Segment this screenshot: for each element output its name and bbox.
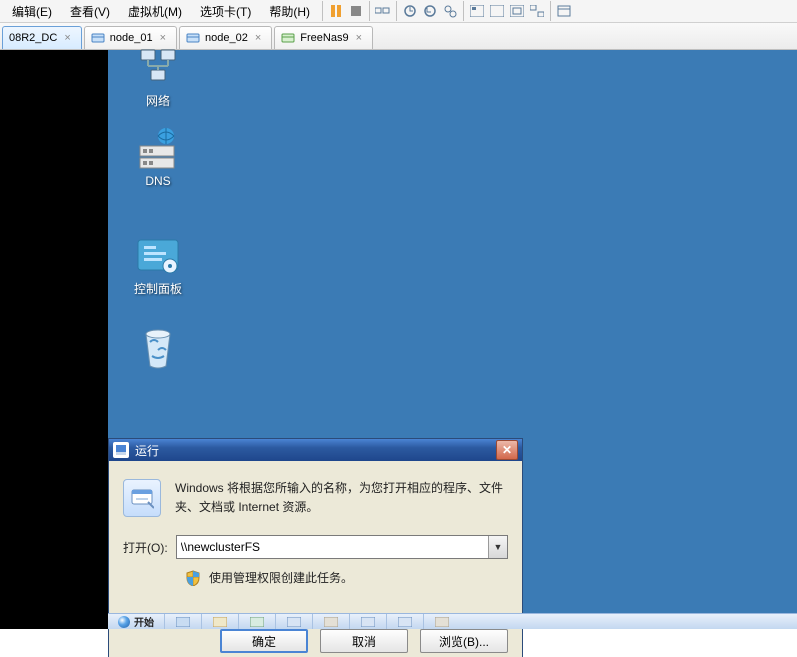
recycle-bin-icon	[134, 322, 182, 370]
control-panel-icon	[134, 228, 182, 276]
desktop-icon-dns[interactable]: DNS	[120, 122, 196, 188]
tab-08r2-dc[interactable]: 08R2_DC ×	[2, 26, 82, 49]
quicklaunch-item[interactable]	[164, 614, 201, 629]
pause-icon[interactable]	[327, 2, 345, 20]
taskbar-item[interactable]	[423, 614, 460, 629]
start-label: 开始	[134, 614, 154, 629]
menu-view[interactable]: 查看(V)	[62, 1, 118, 22]
thumbnail-icon[interactable]	[468, 2, 486, 20]
menu-edit[interactable]: 编辑(E)	[4, 1, 60, 22]
taskbar-item-run[interactable]	[275, 614, 312, 629]
single-icon[interactable]	[488, 2, 506, 20]
vm-workspace: 网络 DNS 控制面板 运行 ✕ Windows 将根据您所输入的	[0, 50, 797, 629]
vm-icon	[91, 32, 105, 44]
run-window-icon	[113, 442, 129, 458]
start-orb-icon	[118, 616, 130, 628]
close-icon[interactable]: ×	[62, 32, 72, 44]
guest-black-border	[0, 50, 108, 629]
run-app-icon	[123, 479, 161, 517]
ok-button[interactable]: 确定	[220, 629, 308, 653]
menu-vm[interactable]: 虚拟机(M)	[120, 1, 190, 22]
dns-icon	[134, 122, 182, 170]
unity-icon[interactable]	[528, 2, 546, 20]
separator	[369, 1, 370, 21]
close-icon[interactable]: ×	[253, 32, 263, 44]
separator	[550, 1, 551, 21]
snapshot-icon[interactable]	[401, 2, 419, 20]
desktop-icon-network[interactable]: 网络	[120, 40, 196, 109]
desktop-icon-control-panel[interactable]: 控制面板	[120, 228, 196, 297]
admin-text: 使用管理权限创建此任务。	[209, 569, 353, 586]
browse-button[interactable]: 浏览(B)...	[420, 629, 508, 653]
desktop-icon-recycle-bin[interactable]	[120, 322, 196, 374]
send-ctrl-alt-del-icon[interactable]	[374, 2, 392, 20]
quicklaunch-item[interactable]	[201, 614, 238, 629]
run-title: 运行	[135, 442, 159, 459]
vm-menubar: 编辑(E) 查看(V) 虚拟机(M) 选项卡(T) 帮助(H)	[0, 0, 797, 23]
guest-desktop[interactable]: 网络 DNS 控制面板 运行 ✕ Windows 将根据您所输入的	[108, 50, 797, 629]
menu-help[interactable]: 帮助(H)	[261, 1, 318, 22]
open-input[interactable]	[177, 536, 488, 558]
tab-label: FreeNas9	[300, 32, 348, 44]
tab-freenas9[interactable]: FreeNas9 ×	[274, 26, 373, 49]
tab-label: 08R2_DC	[9, 32, 57, 44]
vm-icon	[281, 32, 295, 44]
quicklaunch-item[interactable]	[238, 614, 275, 629]
desktop-icon-label: 控制面板	[120, 280, 196, 297]
separator	[322, 1, 323, 21]
taskbar-item[interactable]	[312, 614, 349, 629]
taskbar-item[interactable]	[349, 614, 386, 629]
start-button[interactable]: 开始	[108, 614, 164, 629]
guest-taskbar[interactable]: 开始	[108, 613, 797, 629]
shield-icon	[185, 570, 201, 586]
separator	[463, 1, 464, 21]
open-label: 打开(O):	[123, 539, 168, 556]
run-description: Windows 将根据您所输入的名称，为您打开相应的程序、文件夹、文档或 Int…	[175, 479, 508, 517]
revert-icon[interactable]	[421, 2, 439, 20]
desktop-icon-label: DNS	[120, 174, 196, 188]
tab-label: node_02	[205, 32, 248, 44]
dropdown-button[interactable]: ▼	[488, 536, 507, 558]
manage-snapshots-icon[interactable]	[441, 2, 459, 20]
close-button[interactable]: ✕	[496, 440, 518, 460]
run-titlebar[interactable]: 运行 ✕	[109, 439, 522, 461]
menu-tabs[interactable]: 选项卡(T)	[192, 1, 259, 22]
cancel-button[interactable]: 取消	[320, 629, 408, 653]
fullscreen-icon[interactable]	[508, 2, 526, 20]
separator	[396, 1, 397, 21]
stop-icon[interactable]	[347, 2, 365, 20]
desktop-icon-label: 网络	[120, 92, 196, 109]
open-combobox[interactable]: ▼	[176, 535, 508, 559]
library-icon[interactable]	[555, 2, 573, 20]
network-icon	[134, 40, 182, 88]
close-icon[interactable]: ×	[354, 32, 364, 44]
taskbar-item[interactable]	[386, 614, 423, 629]
